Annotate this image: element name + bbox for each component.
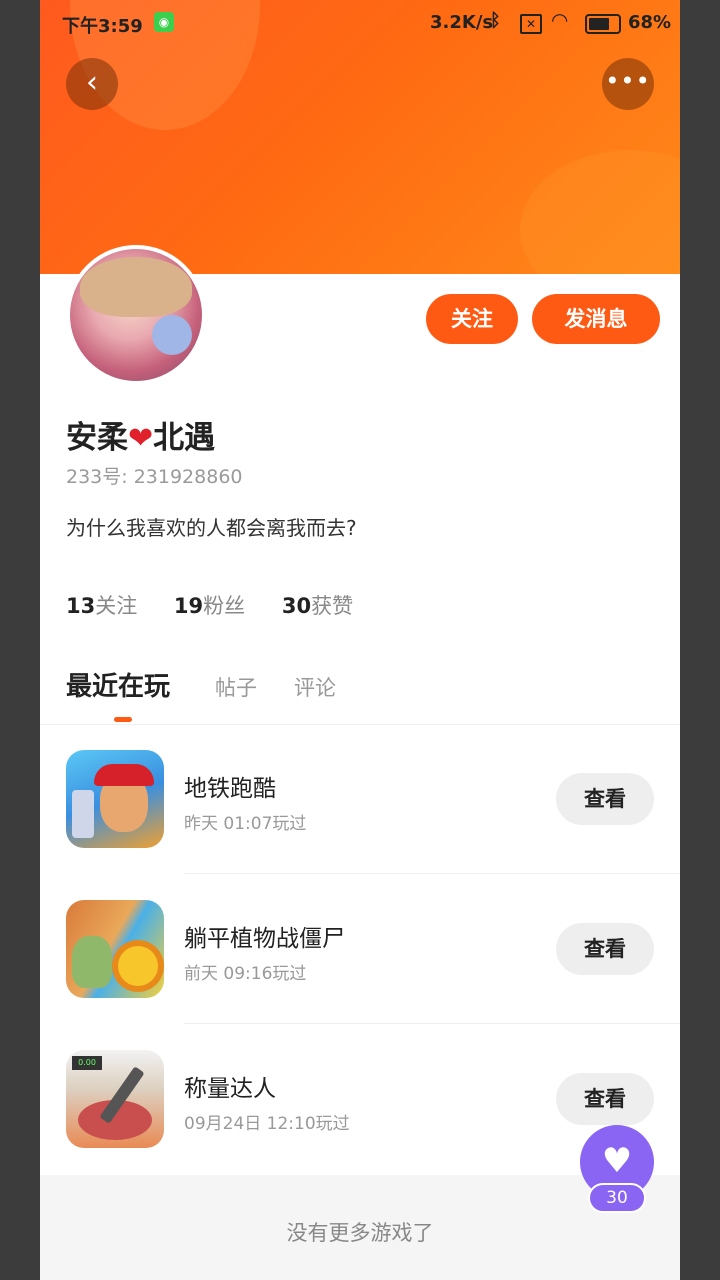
view-game-button[interactable]: 查看 <box>556 773 654 825</box>
view-game-button[interactable]: 查看 <box>556 1073 654 1125</box>
send-message-button[interactable]: 发消息 <box>532 294 660 344</box>
tab-comments[interactable]: 评论 <box>294 672 336 702</box>
chevron-left-icon: ‹ <box>86 65 98 100</box>
stat-likes[interactable]: 30获赞 <box>282 590 353 620</box>
game-icon-subway-surfers <box>66 750 164 848</box>
no-sim-icon: ✕ <box>520 14 542 34</box>
network-speed: 3.2K/s <box>430 12 494 33</box>
battery-percent: 68% <box>628 12 672 33</box>
list-footer: 没有更多游戏了 <box>40 1175 680 1280</box>
avatar-flower <box>152 315 192 355</box>
like-count-badge: 30 <box>588 1183 646 1213</box>
avatar[interactable] <box>66 245 206 385</box>
more-button[interactable]: ••• <box>602 58 654 110</box>
status-time: 下午3:59 <box>62 16 143 37</box>
backdrop-right <box>680 0 720 1280</box>
heart-emoji: ❤ <box>128 421 154 456</box>
stat-number: 30 <box>281 594 312 618</box>
heart-icon: ♥ <box>601 1141 633 1181</box>
stat-label: 粉丝 <box>203 594 246 618</box>
tab-recent-games[interactable]: 最近在玩 <box>66 666 170 703</box>
back-button[interactable]: ‹ <box>66 58 118 110</box>
stat-followers[interactable]: 19粉丝 <box>174 590 245 620</box>
stat-label: 关注 <box>95 594 138 618</box>
username: 安柔❤北遇 <box>66 412 215 457</box>
game-icon-plants-vs-zombies <box>66 900 164 998</box>
wifi-icon: ◠ <box>552 8 568 32</box>
profile-sheet: 下午3:59 ◉ 3.2K/s ᛒ ✕ ◠ 68% ‹ ••• 关注 发消息 安… <box>40 0 680 1280</box>
status-bar: 下午3:59 ◉ 3.2K/s ᛒ ✕ ◠ 68% <box>40 0 680 46</box>
stat-label: 获赞 <box>311 594 354 618</box>
stat-following[interactable]: 13关注 <box>66 590 137 620</box>
game-name: 躺平植物战僵尸 <box>184 926 345 952</box>
game-list-item[interactable]: 地铁跑酷 昨天 01:07玩过 查看 <box>40 725 680 875</box>
username-part: 安柔 <box>66 420 128 456</box>
game-list-item[interactable]: 躺平植物战僵尸 前天 09:16玩过 查看 <box>40 875 680 1025</box>
username-part: 北遇 <box>153 420 216 456</box>
user-bio: 为什么我喜欢的人都会离我而去? <box>66 516 357 540</box>
user-id: 233号: 231928860 <box>66 466 243 488</box>
no-more-games-text: 没有更多游戏了 <box>286 1221 434 1245</box>
game-name: 称量达人 <box>184 1076 276 1102</box>
divider <box>184 1023 680 1024</box>
avatar-hair <box>80 257 192 317</box>
divider <box>184 873 680 874</box>
game-icon-weighing-master: 0.00 <box>66 1050 164 1148</box>
more-dots-icon: ••• <box>605 67 651 95</box>
profile-stats: 13关注 19粉丝 30获赞 <box>66 590 383 620</box>
battery-icon <box>585 14 621 34</box>
tab-active-indicator <box>114 717 132 722</box>
game-last-played: 09月24日 12:10玩过 <box>184 1114 350 1134</box>
banner-decoration <box>520 150 680 274</box>
bluetooth-icon: ᛒ <box>490 10 501 31</box>
stat-number: 19 <box>173 594 204 618</box>
stat-number: 13 <box>66 594 96 618</box>
game-last-played: 昨天 01:07玩过 <box>184 814 307 834</box>
view-game-button[interactable]: 查看 <box>556 923 654 975</box>
tab-posts[interactable]: 帖子 <box>215 672 257 702</box>
game-last-played: 前天 09:16玩过 <box>184 964 307 984</box>
notification-app-icon: ◉ <box>154 12 174 32</box>
backdrop-left <box>0 0 40 1280</box>
game-name: 地铁跑酷 <box>184 776 276 802</box>
follow-button[interactable]: 关注 <box>426 294 518 344</box>
